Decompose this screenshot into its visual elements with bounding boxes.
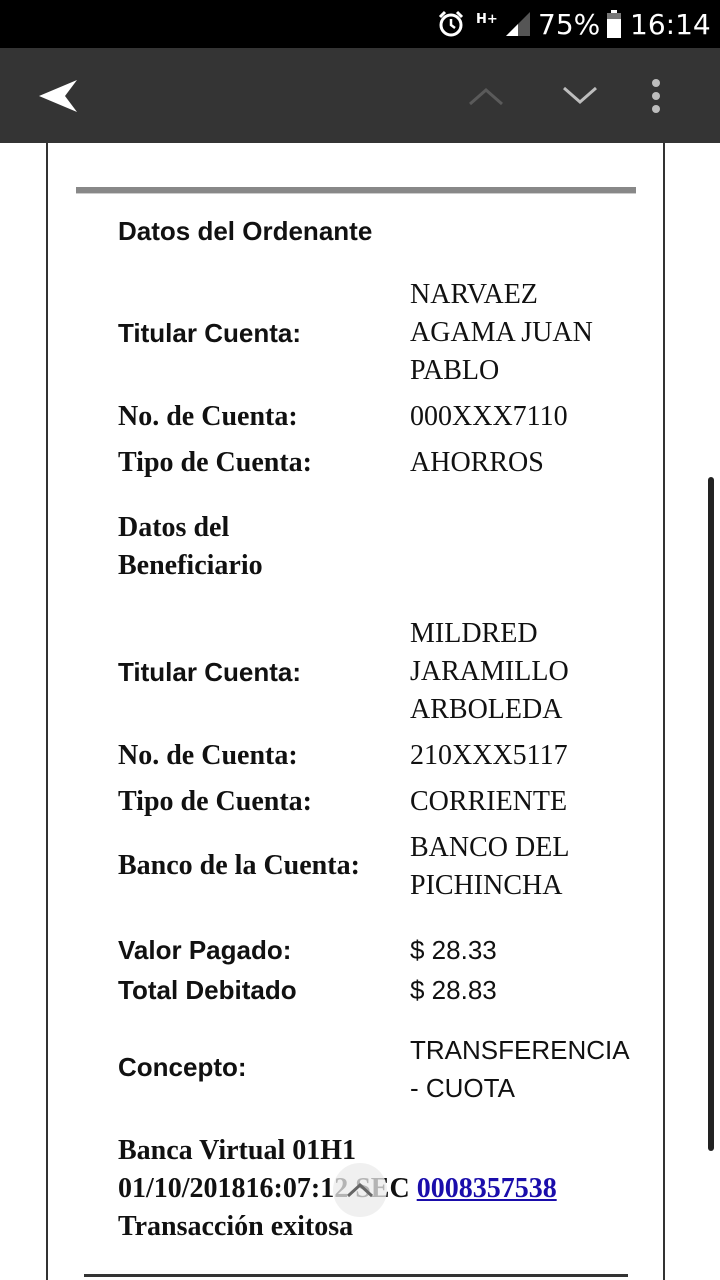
more-vert-icon[interactable] xyxy=(636,48,676,143)
beneficiario-titular-label: Titular Cuenta: xyxy=(118,657,301,687)
ordenante-cuenta-label: No. de Cuenta: xyxy=(118,401,298,432)
ordenante-titular-label: Titular Cuenta: xyxy=(118,318,301,348)
status-bar: H+ 75% 16:14 xyxy=(0,0,720,48)
beneficiario-cuenta-value: 210XXX5117 xyxy=(410,740,568,771)
chevron-up-icon xyxy=(346,1182,374,1198)
divider xyxy=(76,187,636,194)
beneficiario-titular-value: MILDRED JARAMILLO ARBOLEDA xyxy=(410,618,569,725)
concepto-label: Concepto: xyxy=(118,1052,247,1082)
signal-icon xyxy=(504,0,530,48)
beneficiario-cuenta-label: No. de Cuenta: xyxy=(118,740,298,771)
back-arrow-icon[interactable] xyxy=(24,48,94,143)
footer-line-1: Banca Virtual 01H1 xyxy=(118,1135,357,1166)
frame-right-border xyxy=(663,143,665,1280)
frame-left-border xyxy=(46,143,48,1280)
beneficiario-banco-label: Banco de la Cuenta: xyxy=(118,850,360,881)
scroll-to-top-button[interactable] xyxy=(333,1163,387,1217)
app-toolbar xyxy=(0,48,720,143)
ordenante-titular-value: NARVAEZ AGAMA JUAN PABLO xyxy=(410,279,593,386)
concepto-value: TRANSFERENCIA - CUOTA xyxy=(410,1035,630,1103)
ordenante-cuenta-value: 000XXX7110 xyxy=(410,401,568,432)
chevron-down-icon[interactable] xyxy=(550,48,610,143)
clock-time: 16:14 xyxy=(630,7,711,41)
ordenante-heading: Datos del Ordenante xyxy=(118,216,373,246)
ordenante-tipo-label: Tipo de Cuenta: xyxy=(118,447,312,478)
beneficiario-tipo-value: CORRIENTE xyxy=(410,786,568,817)
ordenante-tipo-value: AHORROS xyxy=(410,447,544,478)
battery-icon xyxy=(606,0,622,48)
battery-percent: 75% xyxy=(538,7,601,41)
beneficiario-heading: Datos del Beneficiario xyxy=(118,512,263,581)
network-type-icon: H+ xyxy=(476,12,498,27)
footer-line-3: Transacción exitosa xyxy=(118,1211,354,1242)
valor-pagado-label: Valor Pagado: xyxy=(118,935,292,965)
reference-link[interactable]: 0008357538 xyxy=(417,1173,557,1204)
chevron-up-icon[interactable] xyxy=(456,48,516,143)
email-content[interactable]: Datos del Ordenante Titular Cuenta: NARV… xyxy=(0,143,720,1280)
total-debitado-value: $ 28.83 xyxy=(410,975,497,1005)
next-section-border xyxy=(84,1274,628,1277)
valor-pagado-value: $ 28.33 xyxy=(410,935,497,965)
total-debitado-label: Total Debitado xyxy=(118,975,297,1005)
alarm-clock-icon xyxy=(436,0,466,48)
scrollbar[interactable] xyxy=(708,477,714,1151)
beneficiario-tipo-label: Tipo de Cuenta: xyxy=(118,786,312,817)
beneficiario-banco-value: BANCO DEL PICHINCHA xyxy=(410,832,570,901)
